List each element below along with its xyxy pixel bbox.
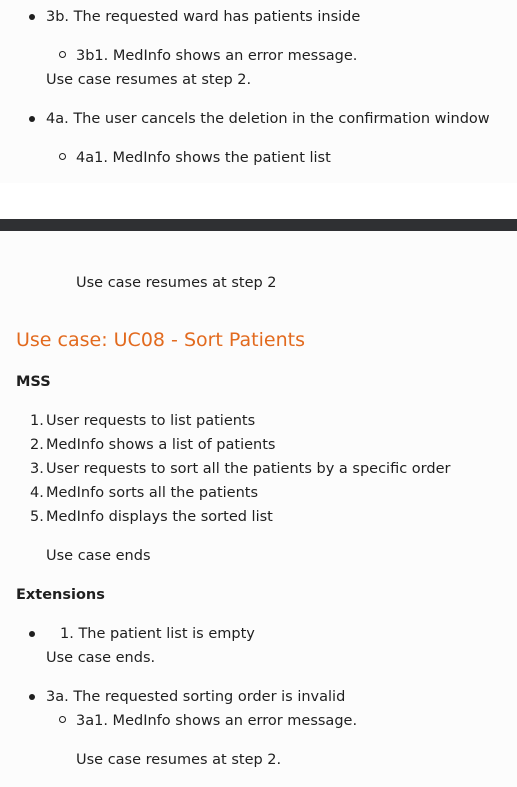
mss-step: 2. MedInfo shows a list of patients — [30, 437, 276, 453]
bullet-disc-icon — [29, 631, 35, 637]
extension-3a1: 3a1. MedInfo shows an error message. — [76, 713, 358, 729]
resume-step-2: Use case resumes at step 2 — [76, 275, 277, 291]
mss-step: 1. User requests to list patients — [30, 413, 256, 429]
extension-3a: 3a. The requested sorting order is inval… — [46, 689, 346, 705]
mss-end: Use case ends — [46, 548, 151, 564]
extension-3b-resume: Use case resumes at step 2. — [46, 72, 252, 88]
extension-1-end: Use case ends. — [46, 650, 156, 666]
bullet-disc-icon — [29, 14, 35, 20]
extension-4a: 4a. The user cancels the deletion in the… — [46, 111, 490, 127]
extension-3a-resume: Use case resumes at step 2. — [76, 752, 282, 768]
bullet-circle-icon — [59, 716, 66, 723]
bullet-circle-icon — [59, 51, 66, 58]
extensions-heading: Extensions — [16, 587, 105, 603]
document-page-top: 3b. The requested ward has patients insi… — [0, 0, 517, 183]
extension-4a1: 4a1. MedInfo shows the patient list — [76, 150, 331, 166]
extension-3b: 3b. The requested ward has patients insi… — [46, 9, 361, 25]
extension-3b1: 3b1. MedInfo shows an error message. — [76, 48, 358, 64]
mss-step: 5. MedInfo displays the sorted list — [30, 509, 273, 525]
mss-heading: MSS — [16, 374, 51, 390]
page-divider — [0, 219, 517, 231]
bullet-disc-icon — [29, 694, 35, 700]
bullet-circle-icon — [59, 153, 66, 160]
mss-step: 3. User requests to sort all the patients… — [30, 461, 451, 477]
bullet-disc-icon — [29, 116, 35, 122]
extension-1: 1. The patient list is empty — [60, 626, 255, 642]
use-case-title: Use case: UC08 - Sort Patients — [16, 329, 305, 351]
mss-step: 4. MedInfo sorts all the patients — [30, 485, 259, 501]
